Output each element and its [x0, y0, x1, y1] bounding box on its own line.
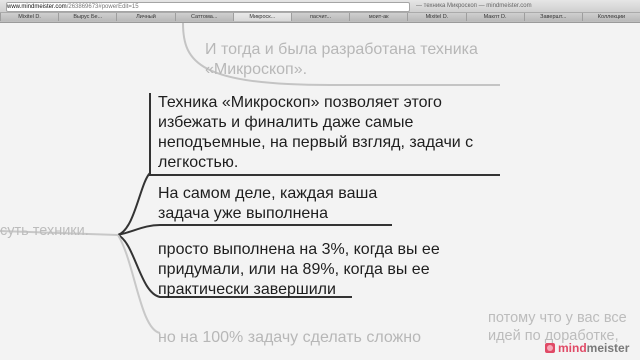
mindmap-node-percentage[interactable]: просто выполнена на 3%, когда вы ее прид… [158, 240, 458, 300]
url-path: /263869673#powerEdit=15 [66, 4, 139, 10]
url-bar-row: www.mindmeister.com/263869673#powerEdit=… [0, 0, 640, 13]
bookmark-tab-active[interactable]: Микроск... [232, 13, 291, 21]
mindmap-node-hard[interactable]: но на 100% задачу сделать сложно [158, 328, 458, 348]
screen: www.mindmeister.com/263869673#powerEdit=… [0, 0, 640, 360]
bookmark-tab[interactable]: Завершт... [523, 13, 582, 21]
mindmeister-logo-icon [545, 343, 555, 353]
mindmap-node-already-done[interactable]: На самом деле, каждая ваша задача уже вы… [158, 184, 398, 224]
bookmark-tab[interactable]: Маклт D. [465, 13, 524, 21]
mindmap-central-node[interactable]: суть техники. [0, 222, 110, 240]
bookmarks-bar: Mixitel D. Вырус Бе... Личный Саттома...… [0, 13, 640, 22]
page-title: — техника Микроскоп — mindmeister.com [416, 3, 532, 9]
mindmap-canvas[interactable]: И тогда и была разработана техника «Микр… [0, 23, 640, 360]
bookmark-tab[interactable]: Коллекции [581, 13, 640, 21]
logo-text-mind: mind [558, 341, 587, 355]
logo-text-meister: meister [586, 341, 630, 355]
connector-node-2 [117, 224, 392, 236]
bookmark-tab[interactable]: моит-ак [349, 13, 408, 21]
bookmark-tab[interactable]: Вырус Бе... [58, 13, 117, 21]
connector-node-4 [117, 234, 161, 334]
url-field[interactable]: www.mindmeister.com/263869673#powerEdit=… [6, 2, 410, 12]
bookmark-tab[interactable]: Mixitel D. [407, 13, 466, 21]
mindmeister-logo: mindmeister [545, 340, 629, 356]
bookmark-tab[interactable]: Личный [116, 13, 175, 21]
mindmap-node-top[interactable]: И тогда и была разработана техника «Микр… [205, 40, 515, 80]
bookmark-tab[interactable]: пасчит... [290, 13, 350, 21]
bookmark-tab[interactable]: Саттома... [174, 13, 233, 21]
url-domain: www.mindmeister.com [7, 4, 67, 10]
connector-center-up [117, 172, 151, 236]
bookmark-tab[interactable]: Mixitel D. [0, 13, 59, 21]
mindmeister-logo-text: mindmeister [558, 341, 629, 355]
browser-chrome: www.mindmeister.com/263869673#powerEdit=… [0, 0, 640, 23]
mindmap-node-technique[interactable]: Техника «Микроскоп» позволяет этого избе… [158, 93, 498, 173]
